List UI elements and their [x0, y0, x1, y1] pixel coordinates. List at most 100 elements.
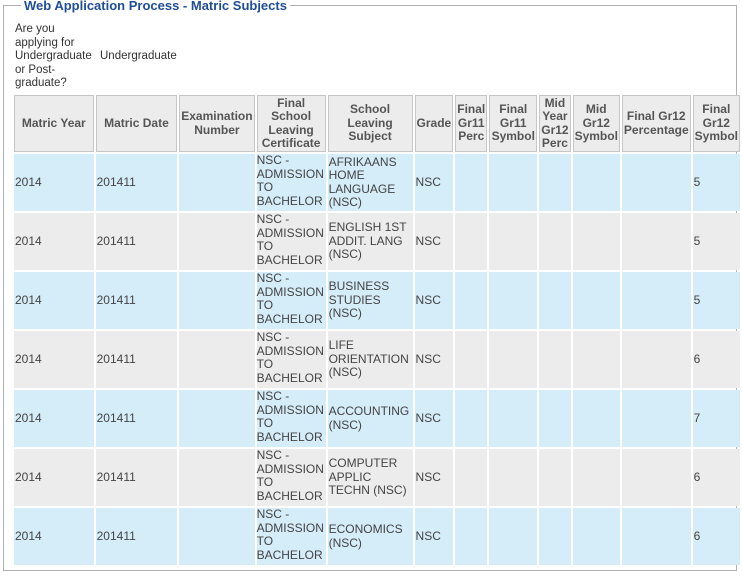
gr11-symbol-cell: [489, 508, 538, 565]
gr11-perc-cell: [455, 331, 488, 388]
column-header-matric-date[interactable]: Matric Date: [95, 95, 178, 152]
final-gr12-perc-cell: [621, 331, 691, 388]
matric-year-cell: 2014: [14, 508, 94, 565]
gr11-symbol-cell: [489, 154, 538, 211]
subject-cell: ECONOMICS (NSC): [327, 508, 413, 565]
grade-cell: NSC: [414, 154, 454, 211]
mid-gr12-symbol-cell: [572, 154, 620, 211]
grade-cell: NSC: [414, 449, 454, 506]
certificate-cell: NSC - ADMISSION TO BACHELOR: [256, 507, 326, 565]
gr11-perc-cell: [455, 390, 488, 447]
table-row: 2014 201411 NSC - ADMISSION TO BACHELOR …: [14, 389, 740, 447]
gr11-perc-cell: [455, 154, 488, 211]
gr11-perc-cell: [455, 508, 488, 565]
mid-gr12-symbol-cell: [572, 331, 620, 388]
mid-gr12-perc-cell: [539, 390, 571, 447]
grade-cell: NSC: [414, 508, 454, 565]
table-row: 2014 201411 NSC - ADMISSION TO BACHELOR …: [14, 507, 740, 565]
mid-gr12-perc-cell: [539, 213, 571, 270]
final-gr12-symbol-cell: 6: [692, 449, 740, 506]
gr11-symbol-cell: [489, 213, 538, 270]
application-type-value: Undergraduate: [100, 50, 177, 62]
final-gr12-symbol-cell: 5: [692, 213, 740, 270]
column-header-mid-year-gr12-perc[interactable]: Mid Year Gr12 Perc: [539, 95, 571, 152]
matric-year-cell: 2014: [14, 331, 94, 388]
column-header-final-certificate[interactable]: Final School Leaving Certificate: [256, 95, 326, 152]
final-gr12-perc-cell: [621, 272, 691, 329]
certificate-cell: NSC - ADMISSION TO BACHELOR: [256, 212, 326, 270]
grade-cell: NSC: [414, 272, 454, 329]
column-header-subject[interactable]: School Leaving Subject: [327, 95, 413, 152]
column-header-mid-gr12-symbol[interactable]: Mid Gr12 Symbol: [572, 95, 620, 152]
grade-cell: NSC: [414, 331, 454, 388]
certificate-cell: NSC - ADMISSION TO BACHELOR: [256, 448, 326, 506]
final-gr12-perc-cell: [621, 449, 691, 506]
exam-number-cell: [179, 154, 255, 211]
exam-number-cell: [179, 390, 255, 447]
mid-gr12-symbol-cell: [572, 213, 620, 270]
grade-cell: NSC: [414, 390, 454, 447]
table-row: 2014 201411 NSC - ADMISSION TO BACHELOR …: [14, 330, 740, 388]
column-header-matric-year[interactable]: Matric Year: [14, 95, 94, 152]
subject-cell: ENGLISH 1ST ADDIT. LANG (NSC): [327, 213, 413, 270]
final-gr12-symbol-cell: 5: [692, 154, 740, 211]
matric-date-cell: 201411: [95, 272, 178, 329]
subject-cell: BUSINESS STUDIES (NSC): [327, 272, 413, 329]
matric-date-cell: 201411: [95, 154, 178, 211]
certificate-cell: NSC - ADMISSION TO BACHELOR: [256, 389, 326, 447]
matric-year-cell: 2014: [14, 449, 94, 506]
matric-year-cell: 2014: [14, 154, 94, 211]
certificate-cell: NSC - ADMISSION TO BACHELOR: [256, 153, 326, 211]
application-type-section: Are you applying for Undergraduate or Po…: [13, 21, 179, 93]
mid-gr12-perc-cell: [539, 331, 571, 388]
final-gr12-perc-cell: [621, 213, 691, 270]
exam-number-cell: [179, 213, 255, 270]
final-gr12-symbol-cell: 7: [692, 390, 740, 447]
panel-title: Web Application Process - Matric Subject…: [21, 0, 290, 13]
column-header-final-gr12-percentage[interactable]: Final Gr12 Percentage: [621, 95, 691, 152]
matric-date-cell: 201411: [95, 449, 178, 506]
matric-date-cell: 201411: [95, 213, 178, 270]
column-header-final-gr12-symbol[interactable]: Final Gr12 Symbol: [692, 95, 740, 152]
table-row: 2014 201411 NSC - ADMISSION TO BACHELOR …: [14, 271, 740, 329]
column-header-grade[interactable]: Grade: [414, 95, 454, 152]
gr11-symbol-cell: [489, 449, 538, 506]
mid-gr12-perc-cell: [539, 154, 571, 211]
final-gr12-symbol-cell: 5: [692, 272, 740, 329]
matric-date-cell: 201411: [95, 390, 178, 447]
column-header-final-gr11-perc[interactable]: Final Gr11 Perc: [455, 95, 488, 152]
final-gr12-perc-cell: [621, 154, 691, 211]
column-header-final-gr11-symbol[interactable]: Final Gr11 Symbol: [489, 95, 538, 152]
final-gr12-symbol-cell: 6: [692, 508, 740, 565]
mid-gr12-symbol-cell: [572, 272, 620, 329]
final-gr12-symbol-cell: 6: [692, 331, 740, 388]
mid-gr12-symbol-cell: [572, 390, 620, 447]
matric-subjects-table: Matric Year Matric Date Examination Numb…: [12, 93, 742, 567]
exam-number-cell: [179, 449, 255, 506]
table-row: 2014 201411 NSC - ADMISSION TO BACHELOR …: [14, 212, 740, 270]
exam-number-cell: [179, 272, 255, 329]
matric-year-cell: 2014: [14, 213, 94, 270]
exam-number-cell: [179, 331, 255, 388]
column-header-examination-number[interactable]: Examination Number: [179, 95, 255, 152]
subject-cell: LIFE ORIENTATION (NSC): [327, 331, 413, 388]
final-gr12-perc-cell: [621, 390, 691, 447]
certificate-cell: NSC - ADMISSION TO BACHELOR: [256, 271, 326, 329]
mid-gr12-perc-cell: [539, 508, 571, 565]
table-row: 2014 201411 NSC - ADMISSION TO BACHELOR …: [14, 153, 740, 211]
application-type-question: Are you applying for Undergraduate or Po…: [15, 23, 92, 89]
subject-cell: AFRIKAANS HOME LANGUAGE (NSC): [327, 154, 413, 211]
matric-date-cell: 201411: [95, 508, 178, 565]
mid-gr12-perc-cell: [539, 272, 571, 329]
final-gr12-perc-cell: [621, 508, 691, 565]
gr11-symbol-cell: [489, 331, 538, 388]
gr11-perc-cell: [455, 272, 488, 329]
mid-gr12-symbol-cell: [572, 508, 620, 565]
table-row: 2014 201411 NSC - ADMISSION TO BACHELOR …: [14, 448, 740, 506]
exam-number-cell: [179, 508, 255, 565]
subject-cell: ACCOUNTING (NSC): [327, 390, 413, 447]
gr11-symbol-cell: [489, 272, 538, 329]
certificate-cell: NSC - ADMISSION TO BACHELOR: [256, 330, 326, 388]
grade-cell: NSC: [414, 213, 454, 270]
mid-gr12-symbol-cell: [572, 449, 620, 506]
